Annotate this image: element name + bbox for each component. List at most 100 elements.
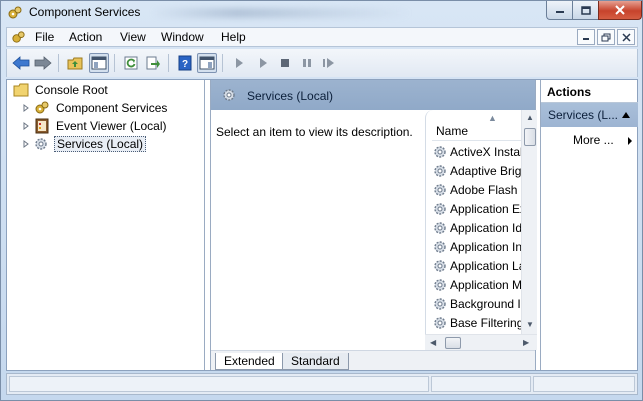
restart-service-button[interactable] xyxy=(319,53,339,73)
child-minimize-button[interactable] xyxy=(577,29,595,45)
start-service-alt-icon xyxy=(260,58,267,68)
actions-title: Actions xyxy=(547,85,592,99)
more-actions-link[interactable]: More ... xyxy=(573,133,614,147)
component-services-icon xyxy=(35,101,49,114)
help-icon: ? xyxy=(178,55,192,71)
list-item[interactable]: Application Experience xyxy=(432,199,528,218)
menu-view[interactable]: View xyxy=(120,30,146,44)
tree-label-selected: Services (Local) xyxy=(54,136,147,152)
list-item[interactable]: Adaptive Brightness xyxy=(432,161,528,180)
service-gear-icon xyxy=(434,297,446,310)
title-blur-region xyxy=(151,8,411,18)
toolbar-separator xyxy=(114,54,115,72)
services-gear-icon xyxy=(35,138,47,150)
toolbar-separator xyxy=(58,54,59,72)
list-item[interactable]: Adobe Flash Player xyxy=(432,180,528,199)
status-segment xyxy=(9,376,429,392)
expand-chevron-icon[interactable] xyxy=(21,139,31,149)
forward-arrow-icon xyxy=(34,56,52,70)
forward-button[interactable] xyxy=(33,53,53,73)
menu-window[interactable]: Window xyxy=(161,30,204,44)
expand-chevron-icon[interactable] xyxy=(21,103,31,113)
center-header: Services (Local) xyxy=(211,80,535,110)
back-button[interactable] xyxy=(11,53,31,73)
pause-service-button[interactable] xyxy=(297,53,317,73)
list-item[interactable]: ActiveX Installer xyxy=(432,142,528,161)
scroll-up-icon[interactable]: ▲ xyxy=(526,113,534,122)
start-service-alt-button[interactable] xyxy=(253,53,273,73)
show-hide-console-tree-button[interactable] xyxy=(89,53,109,73)
help-button[interactable]: ? xyxy=(175,53,195,73)
refresh-button[interactable] xyxy=(121,53,141,73)
vertical-scrollbar[interactable]: ▲ ▼ xyxy=(521,110,537,334)
close-icon xyxy=(615,5,625,15)
service-name: Background Intelligent xyxy=(450,296,528,311)
service-gear-icon xyxy=(434,316,446,329)
actions-services-section[interactable]: Services (L... xyxy=(541,103,638,127)
list-item[interactable]: Background Intelligent xyxy=(432,294,528,313)
menu-help[interactable]: Help xyxy=(221,30,246,44)
horizontal-scroll-thumb[interactable] xyxy=(445,337,461,349)
list-item[interactable]: Application Layer xyxy=(432,256,528,275)
up-one-level-button[interactable] xyxy=(65,53,85,73)
list-item[interactable]: Base Filtering Engine xyxy=(432,313,528,332)
collapse-triangle-icon[interactable] xyxy=(621,111,631,119)
scroll-right-icon[interactable]: ▶ xyxy=(523,338,529,347)
tab-standard[interactable]: Standard xyxy=(282,353,349,370)
tree-item-component-services[interactable]: Component Services xyxy=(21,99,169,117)
child-close-button[interactable] xyxy=(617,29,635,45)
menu-action[interactable]: Action xyxy=(69,30,102,44)
stop-service-icon xyxy=(281,59,289,67)
minimize-button[interactable] xyxy=(546,1,572,20)
back-arrow-icon xyxy=(12,56,30,70)
start-service-button[interactable] xyxy=(229,53,249,73)
expand-chevron-icon[interactable] xyxy=(21,121,31,131)
child-restore-button[interactable] xyxy=(597,29,615,45)
close-button[interactable] xyxy=(598,1,642,20)
scroll-down-icon[interactable]: ▼ xyxy=(526,320,534,329)
component-services-window: Component Services File Action View Wind… xyxy=(0,0,643,401)
export-list-button[interactable] xyxy=(143,53,163,73)
main-area: Console Root Component Services Event Vi… xyxy=(6,79,638,371)
system-menu-icon[interactable] xyxy=(11,30,26,45)
show-hide-action-pane-button[interactable] xyxy=(197,53,217,73)
service-name: ActiveX Installer xyxy=(450,144,528,159)
service-gear-icon xyxy=(434,278,446,291)
console-tree: Console Root Component Services Event Vi… xyxy=(7,80,205,370)
horizontal-scrollbar[interactable]: ◀ ▶ xyxy=(425,334,537,350)
event-viewer-icon xyxy=(35,118,49,134)
tree-item-services-local[interactable]: Services (Local) xyxy=(21,135,147,153)
child-window-buttons xyxy=(577,29,635,45)
list-item[interactable]: Application Management xyxy=(432,275,528,294)
service-name: Application Management xyxy=(450,277,528,292)
list-item[interactable]: Application Identity xyxy=(432,218,528,237)
window-title: Component Services xyxy=(29,5,141,19)
stop-service-button[interactable] xyxy=(275,53,295,73)
maximize-button[interactable] xyxy=(572,1,598,20)
service-name: Application Experience xyxy=(450,201,528,216)
tree-item-event-viewer[interactable]: Event Viewer (Local) xyxy=(21,117,169,135)
column-header-name[interactable]: Name xyxy=(432,121,532,141)
list-item[interactable]: Application Information xyxy=(432,237,528,256)
service-name: Base Filtering Engine xyxy=(450,315,528,330)
scroll-left-icon[interactable]: ◀ xyxy=(430,338,436,347)
vertical-scroll-thumb[interactable] xyxy=(524,128,536,146)
tree-item-console-root[interactable]: Console Root xyxy=(13,81,110,99)
show-hide-tree-icon xyxy=(91,56,107,70)
description-text: Select an item to view its description. xyxy=(216,125,413,139)
tab-extended[interactable]: Extended xyxy=(215,353,284,370)
service-gear-icon xyxy=(434,202,446,215)
refresh-icon xyxy=(124,56,138,70)
tree-label: Console Root xyxy=(35,83,108,97)
column-header-label: Name xyxy=(436,124,469,138)
tree-label: Event Viewer (Local) xyxy=(56,119,167,133)
service-gear-icon xyxy=(434,164,446,177)
up-folder-icon xyxy=(67,57,83,70)
service-name: Application Information xyxy=(450,239,528,254)
menu-bar: File Action View Window Help xyxy=(6,27,638,47)
close-icon xyxy=(621,32,631,42)
center-header-title: Services (Local) xyxy=(247,89,334,103)
title-bar[interactable]: Component Services xyxy=(1,1,642,25)
menu-file[interactable]: File xyxy=(35,30,54,44)
status-segment xyxy=(431,376,531,392)
